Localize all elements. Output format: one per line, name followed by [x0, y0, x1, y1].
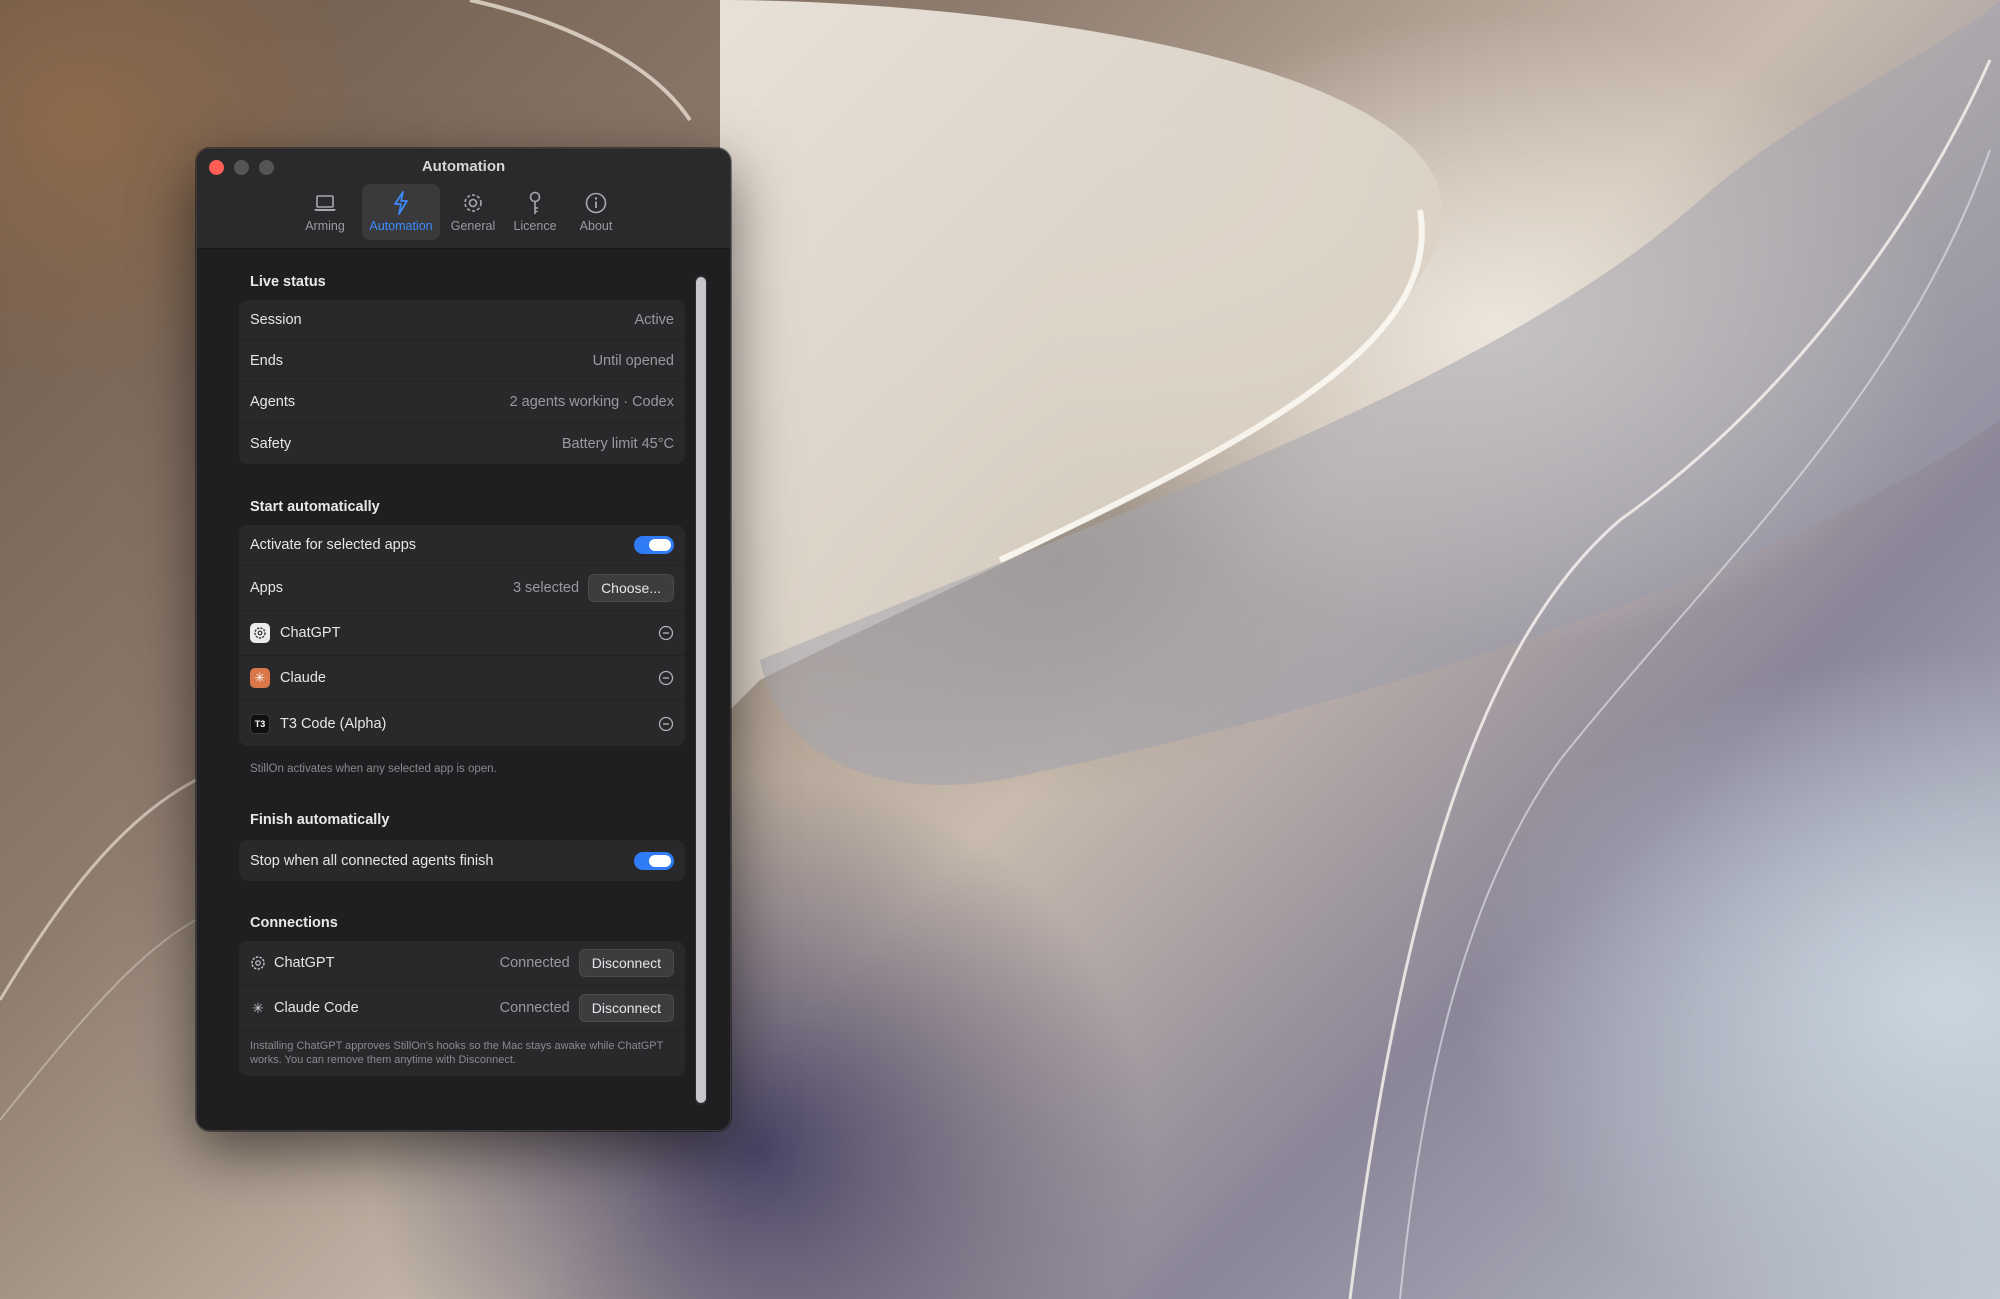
connections-group: ChatGPT Connected Disconnect ✳ Claude Co… — [239, 941, 685, 1076]
live-status-group: Session Active Ends Until opened Agents … — [239, 300, 685, 464]
row-label: Safety — [250, 435, 292, 452]
remove-app-icon[interactable] — [658, 716, 674, 732]
apps-count: 3 selected — [512, 580, 580, 596]
section-title-connections: Connections — [250, 915, 338, 931]
disconnect-chatgpt-button[interactable]: Disconnect — [578, 949, 674, 977]
apps-row: Apps 3 selected Choose... — [239, 566, 685, 611]
connections-note: Installing ChatGPT approves StillOn's ho… — [250, 1040, 664, 1066]
chatgpt-icon — [251, 956, 265, 970]
app-row-chatgpt: ChatGPT — [239, 611, 685, 656]
tab-about[interactable]: About — [571, 184, 621, 240]
app-row-t3-code: T3 T3 Code (Alpha) — [239, 701, 685, 746]
activate-row: Activate for selected apps — [239, 525, 685, 566]
remove-app-icon[interactable] — [658, 670, 674, 686]
row-label: Session — [250, 312, 302, 328]
tab-label: Licence — [513, 219, 557, 233]
section-title-live-status: Live status — [250, 274, 326, 290]
app-name: ChatGPT — [280, 625, 341, 641]
choose-apps-button[interactable]: Choose... — [588, 574, 674, 602]
claude-icon: ✳ — [250, 668, 270, 688]
status-row-agents: Agents 2 agents working · Codex — [239, 382, 685, 423]
claude-icon: ✳ — [252, 1000, 264, 1016]
start-automatically-note: StillOn activates when any selected app … — [250, 763, 497, 775]
automation-window: Automation Arming Automation General Lic… — [196, 148, 731, 1131]
tab-arming[interactable]: Arming — [300, 184, 350, 240]
window-title: Automation — [421, 158, 506, 175]
finish-automatically-group: Stop when all connected agents finish — [239, 840, 685, 881]
status-row-safety: Safety Battery limit 45°C — [239, 423, 685, 464]
connection-row-claude-code: ✳ Claude Code Connected Disconnect — [239, 986, 685, 1031]
row-value: Until opened — [592, 353, 674, 369]
start-automatically-group: Activate for selected apps Apps 3 select… — [239, 525, 685, 746]
toolbar-tabs: Arming Automation General Licence About — [197, 184, 730, 240]
t3-icon: T3 — [250, 713, 270, 734]
tab-label: Automation — [369, 219, 433, 233]
settings-content: Live status Session Active Ends Until op… — [197, 250, 730, 1130]
chatgpt-icon — [250, 623, 270, 643]
bolt-icon — [394, 191, 408, 215]
section-title-start-automatically: Start automatically — [250, 499, 380, 515]
info-icon — [585, 192, 607, 214]
disconnect-claude-code-button[interactable]: Disconnect — [578, 994, 674, 1022]
row-value: Battery limit 45°C — [561, 435, 674, 452]
scrollbar-thumb[interactable] — [696, 277, 706, 1103]
tab-label: About — [579, 219, 613, 233]
status-row-ends: Ends Until opened — [239, 341, 685, 382]
connection-row-chatgpt: ChatGPT Connected Disconnect — [239, 941, 685, 986]
gear-icon — [464, 194, 482, 212]
tab-label: Arming — [305, 219, 345, 233]
connection-name: Claude Code — [274, 1000, 359, 1016]
connection-name: ChatGPT — [274, 955, 335, 971]
activate-toggle[interactable] — [634, 536, 674, 554]
row-value: 2 agents working · Codex — [509, 394, 674, 410]
row-label: Agents — [250, 394, 296, 410]
app-name: Claude — [280, 670, 326, 686]
key-icon — [529, 191, 541, 214]
row-label: Ends — [250, 353, 284, 369]
tab-licence[interactable]: Licence — [507, 184, 563, 240]
stop-row: Stop when all connected agents finish — [239, 840, 685, 881]
connection-status: Connected — [499, 955, 570, 971]
tab-automation[interactable]: Automation — [362, 184, 440, 240]
remove-app-icon[interactable] — [658, 625, 674, 641]
app-name: T3 Code (Alpha) — [280, 715, 387, 732]
stop-toggle[interactable] — [634, 851, 674, 870]
row-label: Apps — [250, 580, 284, 596]
row-value: Active — [634, 312, 675, 328]
title-bar: Automation Arming Automation General Lic… — [197, 149, 730, 249]
app-row-claude: ✳ Claude — [239, 656, 685, 701]
tab-general[interactable]: General — [447, 184, 499, 240]
row-label: Stop when all connected agents finish — [250, 852, 494, 869]
laptop-icon — [314, 195, 336, 211]
status-row-session: Session Active — [239, 300, 685, 341]
tab-label: General — [450, 219, 496, 233]
row-label: Activate for selected apps — [250, 537, 417, 553]
section-title-finish-automatically: Finish automatically — [250, 812, 390, 828]
connection-status: Connected — [499, 1000, 570, 1016]
